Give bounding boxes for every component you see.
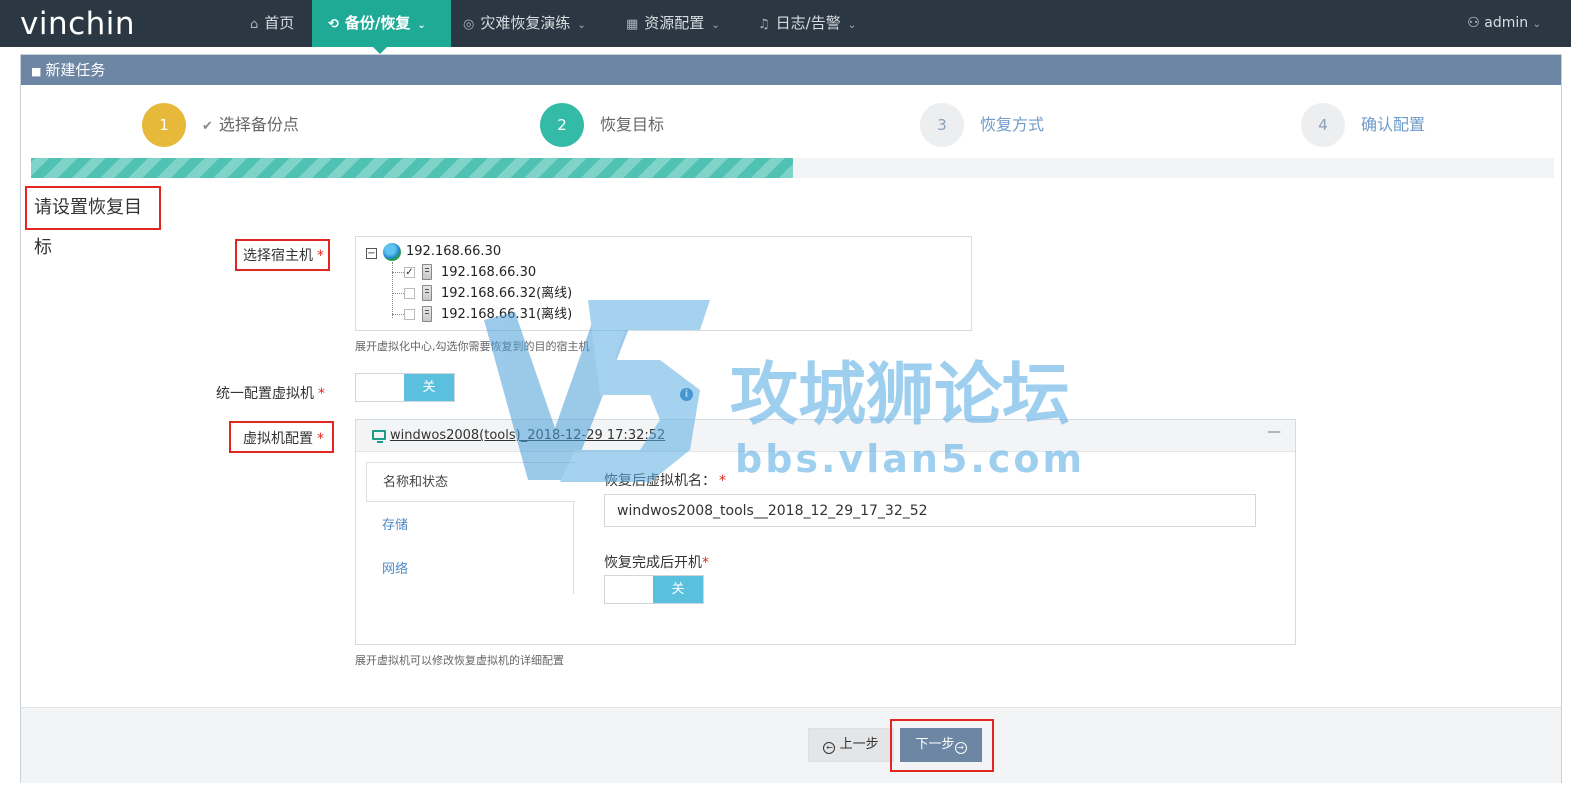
host-checkbox[interactable]	[404, 309, 415, 320]
step-label: 确认配置	[1361, 115, 1426, 134]
vm-title-link[interactable]: windwos2008(tools)_2018-12-29 17:32:52	[390, 428, 665, 443]
monitor-icon	[372, 430, 386, 443]
toggle-off-label: 关	[404, 374, 454, 401]
tree-connector	[392, 314, 404, 315]
new-task-panel: ■ 新建任务 1 ✔ 选择备份点 2 恢复目标 3 恢复方式 4 确认配置 请设置恢…	[20, 54, 1562, 783]
server-icon	[422, 264, 432, 280]
user-icon: ⚇	[1467, 15, 1480, 31]
drill-icon: ◎	[463, 17, 475, 32]
nav-dr-drill-label: 灾难恢复演练	[480, 14, 571, 32]
host-node-label[interactable]: 192.168.66.30	[441, 264, 536, 282]
gift-icon: ■	[31, 65, 42, 78]
host-node-label[interactable]: 192.168.66.31(离线)	[441, 306, 572, 324]
highlight-box	[235, 239, 330, 271]
panel-header: ■ 新建任务	[21, 55, 1561, 85]
wizard-progress-bar	[31, 158, 1554, 178]
poweron-label: 恢复完成后开机*	[604, 555, 709, 571]
step-label: 选择备份点	[218, 115, 299, 134]
panel-title: 新建任务	[45, 61, 106, 79]
chevron-down-icon: ⌄	[417, 20, 426, 31]
unify-config-toggle[interactable]: 关	[355, 373, 455, 402]
info-icon[interactable]: i	[680, 388, 693, 401]
sync-icon: ⟲	[328, 17, 339, 32]
step-label: 恢复目标	[600, 115, 665, 134]
grid-icon: ▦	[626, 17, 639, 32]
prev-step-button[interactable]: ← 上一步	[808, 728, 894, 762]
home-icon: ⌂	[250, 17, 259, 32]
chevron-down-icon: ⌄	[847, 20, 857, 31]
vm-name-input[interactable]	[604, 494, 1256, 527]
nav-resource-config-label: 资源配置	[644, 14, 705, 32]
progress-fill	[31, 158, 793, 178]
nav-resource-config[interactable]: ▦ 资源配置 ⌄	[626, 0, 720, 47]
toggle-off-label: 关	[653, 576, 703, 603]
step-number: 1	[142, 103, 186, 147]
prev-step-label: 上一步	[839, 737, 879, 752]
nav-backup-restore[interactable]: ⟲ 备份/恢复 ⌄	[312, 0, 451, 47]
nav-log-alert-label: 日志/告警	[775, 14, 841, 32]
host-tree[interactable]: − 192.168.66.30 ✓ 192.168.66.30 192.168.…	[355, 236, 972, 331]
nav-home-label: 首页	[264, 14, 295, 32]
nav-backup-restore-label: 备份/恢复	[344, 14, 411, 32]
poweron-toggle[interactable]: 关	[604, 575, 704, 604]
user-name: admin	[1484, 15, 1529, 31]
highlight-box	[229, 421, 334, 453]
host-checkbox[interactable]	[404, 288, 415, 299]
tab-network[interactable]: 网络	[366, 550, 574, 590]
app-logo[interactable]: vinchin	[20, 6, 135, 42]
step-label: 恢复方式	[980, 115, 1045, 134]
tree-root-label[interactable]: 192.168.66.30	[406, 243, 501, 261]
highlight-box	[890, 719, 994, 772]
arrow-left-circle-icon: ←	[823, 742, 836, 754]
host-node-label[interactable]: 192.168.66.32(离线)	[441, 285, 572, 303]
bell-icon: ♫	[758, 17, 770, 32]
chevron-down-icon: ⌄	[1532, 19, 1541, 30]
wizard-footer: ← 上一步 下一步 →	[21, 707, 1561, 783]
active-nav-caret	[373, 47, 387, 54]
host-checkbox-checked[interactable]: ✓	[404, 267, 415, 278]
tree-connector	[392, 272, 404, 273]
step-number: 3	[920, 103, 964, 147]
nav-dr-drill[interactable]: ◎ 灾难恢复演练 ⌄	[463, 0, 586, 47]
vm-config-tabs: 名称和状态 存储 网络	[366, 462, 575, 594]
vm-help-text: 展开虚拟机可以修改恢复虚拟机的详细配置	[355, 654, 564, 667]
tab-storage[interactable]: 存储	[366, 506, 574, 546]
collapse-icon[interactable]: −	[366, 248, 377, 259]
datacenter-globe-icon	[383, 243, 401, 261]
step-number: 4	[1301, 103, 1345, 147]
step-number: 2	[540, 103, 584, 147]
vm-config-header[interactable]: windwos2008(tools)_2018-12-29 17:32:52 —	[356, 420, 1295, 452]
vm-config-box: windwos2008(tools)_2018-12-29 17:32:52 —…	[355, 419, 1296, 645]
top-navbar: vinchin ⌂ 首页 ⟲ 备份/恢复 ⌄ ◎ 灾难恢复演练 ⌄ ▦ 资源配置 ⌄ ♫ 日志/…	[0, 0, 1571, 47]
user-menu[interactable]: ⚇ admin ⌄	[1467, 0, 1541, 47]
host-help-text: 展开虚拟化中心,勾选你需要恢复到的目的宿主机	[355, 340, 590, 353]
tree-connector	[392, 293, 404, 294]
tree-connector	[392, 262, 393, 318]
nav-home[interactable]: ⌂ 首页	[238, 0, 306, 47]
server-icon	[422, 306, 432, 322]
chevron-down-icon: ⌄	[711, 20, 720, 31]
nav-log-alert[interactable]: ♫ 日志/告警 ⌄	[758, 0, 856, 47]
server-icon	[422, 285, 432, 301]
check-icon: ✔	[202, 119, 213, 134]
unify-config-label: 统一配置虚拟机 *	[216, 386, 325, 402]
vm-name-label: 恢复后虚拟机名： *	[604, 473, 726, 489]
chevron-down-icon: ⌄	[577, 20, 586, 31]
tab-name-status[interactable]: 名称和状态	[366, 462, 575, 502]
collapse-button[interactable]: —	[1267, 424, 1281, 440]
section-title: 请设置恢复目标	[25, 186, 161, 258]
